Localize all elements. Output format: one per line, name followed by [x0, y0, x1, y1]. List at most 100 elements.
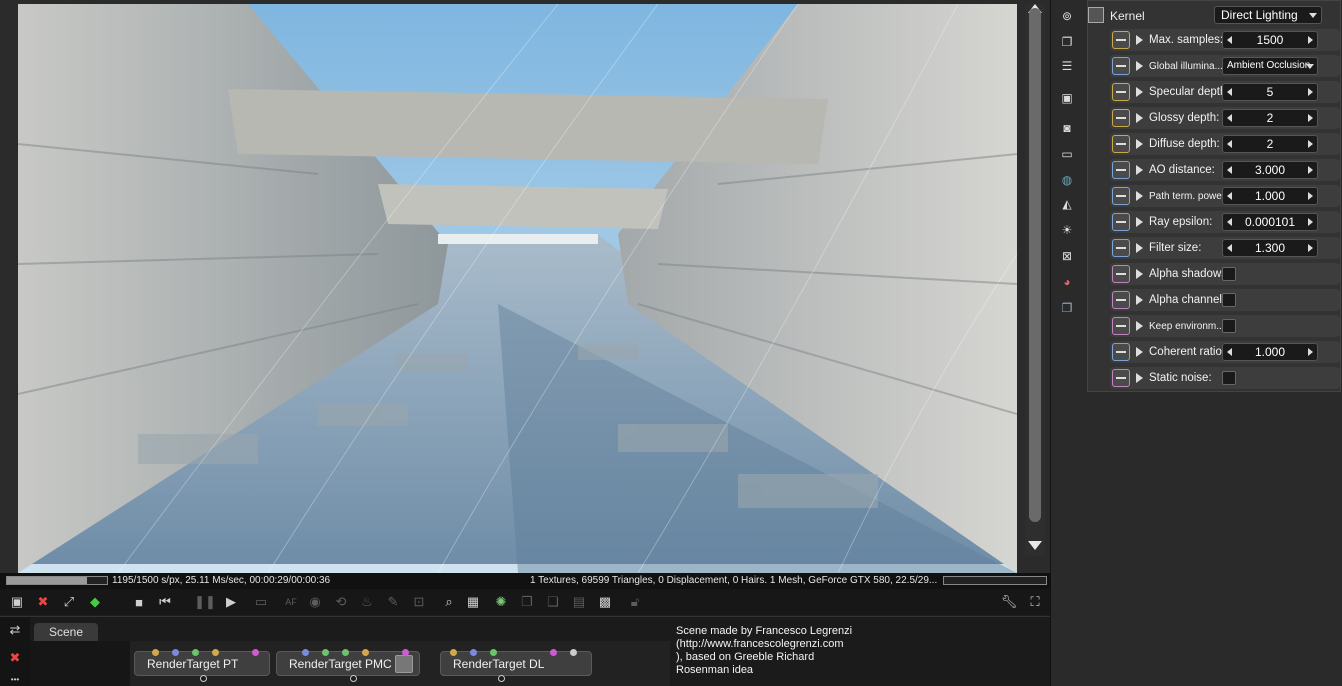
pin-type-icon[interactable]: [1112, 343, 1130, 361]
node-pin[interactable]: [570, 649, 577, 656]
pin-type-icon[interactable]: [1112, 83, 1130, 101]
increment-icon[interactable]: [1308, 244, 1313, 252]
pin-type-icon[interactable]: [1112, 187, 1130, 205]
expand-arrow-icon[interactable]: [1136, 295, 1143, 305]
checkbox[interactable]: [1222, 319, 1236, 333]
environment-icon[interactable]: ◭: [1057, 194, 1077, 214]
node-pin[interactable]: [302, 649, 309, 656]
decrement-icon[interactable]: [1227, 348, 1232, 356]
clear-icon[interactable]: ✖: [34, 593, 52, 611]
node-pin[interactable]: [252, 649, 259, 656]
fullscreen-icon[interactable]: ⛶: [1026, 593, 1044, 611]
kernel-row[interactable]: Keep environm...: [1110, 315, 1340, 337]
expand-arrow-icon[interactable]: [1136, 113, 1143, 123]
pin-type-icon[interactable]: [1112, 369, 1130, 387]
value-spinner[interactable]: 3.000: [1222, 161, 1318, 179]
kernel-type-dropdown[interactable]: Direct Lighting: [1214, 6, 1322, 24]
fit-icon[interactable]: ⤢: [60, 593, 78, 611]
pin-type-icon[interactable]: [1112, 291, 1130, 309]
kernel-row[interactable]: AO distance: 3.000: [1110, 159, 1340, 181]
light-icon[interactable]: ♨: [358, 593, 376, 611]
kernel-row[interactable]: Alpha shadows:: [1110, 263, 1340, 285]
wrench-icon[interactable]: 🔧︎: [1000, 593, 1018, 611]
node-pin[interactable]: [362, 649, 369, 656]
paste-icon[interactable]: ❏: [544, 593, 562, 611]
layers-icon[interactable]: ▤: [570, 593, 588, 611]
node-pin[interactable]: [322, 649, 329, 656]
pin-type-icon[interactable]: [1112, 317, 1130, 335]
expand-arrow-icon[interactable]: [1136, 321, 1143, 331]
decrement-icon[interactable]: [1227, 192, 1232, 200]
pin-type-icon[interactable]: [1112, 239, 1130, 257]
value-spinner[interactable]: 0.000101: [1222, 213, 1318, 231]
spinner-icon[interactable]: ✺: [492, 593, 510, 611]
pin-type-icon[interactable]: [1112, 213, 1130, 231]
node-pin[interactable]: [192, 649, 199, 656]
expand-arrow-icon[interactable]: [1136, 373, 1143, 383]
node-pin[interactable]: [490, 649, 497, 656]
checkbox[interactable]: [1222, 293, 1236, 307]
record-icon[interactable]: ⊡: [410, 593, 428, 611]
node-editor-icon[interactable]: ⇄: [6, 621, 24, 639]
node-pin[interactable]: [152, 649, 159, 656]
restart-icon[interactable]: ⏮: [156, 593, 174, 611]
pin-type-icon[interactable]: [1112, 161, 1130, 179]
refocus-icon[interactable]: ⟲: [332, 593, 350, 611]
increment-icon[interactable]: [1308, 192, 1313, 200]
node-output-pin[interactable]: [498, 675, 505, 682]
camera-icon[interactable]: ◙: [1057, 118, 1077, 138]
render-settings-icon[interactable]: ⊚: [1057, 6, 1077, 26]
expand-arrow-icon[interactable]: [1136, 87, 1143, 97]
layers-stack-icon[interactable]: ❐: [1057, 32, 1077, 52]
kernel-row[interactable]: Diffuse depth: 2: [1110, 133, 1340, 155]
cube-icon[interactable]: ❒: [1057, 298, 1077, 318]
gi-mode-dropdown[interactable]: Ambient Occlusion: [1222, 57, 1318, 75]
pin-type-icon[interactable]: [1112, 135, 1130, 153]
more-icon[interactable]: •••: [6, 673, 24, 685]
image-icon[interactable]: ▣: [1057, 88, 1077, 108]
expand-arrow-icon[interactable]: [1136, 165, 1143, 175]
kernel-row[interactable]: Alpha channel:: [1110, 289, 1340, 311]
kernel-row[interactable]: Filter size: 1.300: [1110, 237, 1340, 259]
kernel-row[interactable]: Static noise:: [1110, 367, 1340, 389]
region-icon[interactable]: ▦: [464, 593, 482, 611]
node-preview-icon[interactable]: [395, 655, 413, 673]
expand-arrow-icon[interactable]: [1136, 35, 1143, 45]
render-viewport[interactable]: [0, 0, 1050, 573]
node-pin[interactable]: [212, 649, 219, 656]
expand-arrow-icon[interactable]: [1136, 347, 1143, 357]
node-pin[interactable]: [172, 649, 179, 656]
decrement-icon[interactable]: [1227, 140, 1232, 148]
kernel-row[interactable]: Glossy depth: 2: [1110, 107, 1340, 129]
increment-icon[interactable]: [1308, 348, 1313, 356]
decrement-icon[interactable]: [1227, 88, 1232, 96]
display-icon[interactable]: ▭: [1057, 144, 1077, 164]
delete-node-icon[interactable]: ✖: [6, 649, 24, 667]
scrollbar-thumb[interactable]: [1029, 8, 1041, 522]
checkbox[interactable]: [1222, 267, 1236, 281]
kernel-row[interactable]: Global illumina... Ambient Occlusion: [1110, 55, 1340, 77]
sun-icon[interactable]: ☀: [1057, 220, 1077, 240]
value-spinner[interactable]: 1.300: [1222, 239, 1318, 257]
increment-icon[interactable]: [1308, 218, 1313, 226]
color-wheel-icon[interactable]: ◉: [306, 593, 324, 611]
expand-arrow-icon[interactable]: [1136, 269, 1143, 279]
expand-arrow-icon[interactable]: [1136, 217, 1143, 227]
scroll-down-icon[interactable]: [1028, 541, 1042, 550]
pin-type-icon[interactable]: [1112, 109, 1130, 127]
material-icon[interactable]: ◕: [1057, 272, 1077, 292]
color-cube-icon[interactable]: ◆: [86, 593, 104, 611]
database-icon[interactable]: ◍: [1057, 170, 1077, 190]
screenshot-icon[interactable]: ▣: [8, 593, 26, 611]
value-spinner[interactable]: 1500: [1222, 31, 1318, 49]
kernel-icon[interactable]: ⊠: [1057, 246, 1077, 266]
increment-icon[interactable]: [1308, 140, 1313, 148]
expand-arrow-icon[interactable]: [1136, 243, 1143, 253]
search-icon[interactable]: ⌕: [440, 593, 458, 611]
checker-icon[interactable]: ▩: [596, 593, 614, 611]
kernel-row[interactable]: Specular depth: 5: [1110, 81, 1340, 103]
kernel-row[interactable]: Path term. power: 1.000: [1110, 185, 1340, 207]
checkbox[interactable]: [1222, 371, 1236, 385]
pin-type-icon[interactable]: [1112, 31, 1130, 49]
decrement-icon[interactable]: [1227, 166, 1232, 174]
